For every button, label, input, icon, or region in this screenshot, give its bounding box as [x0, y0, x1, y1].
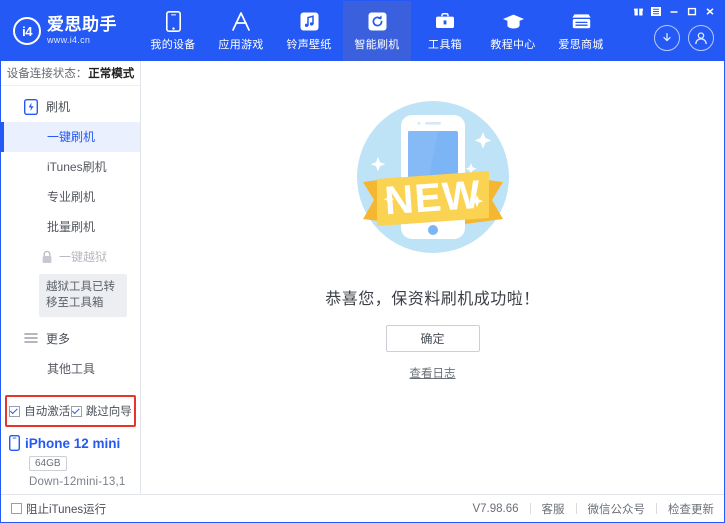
- header-actions: [654, 25, 714, 51]
- flash-device-icon: [23, 99, 39, 115]
- nav-item-apps-games[interactable]: 应用游戏: [207, 1, 275, 61]
- sidebar: 设备连接状态：正常模式 刷机 一键刷机 iTunes刷机 专业刷机: [1, 61, 141, 494]
- divider: [530, 503, 531, 514]
- checkbox-box: [9, 406, 20, 417]
- sidebar-group-flash: 刷机: [1, 92, 140, 122]
- device-capacity-badge: 64GB: [29, 456, 67, 471]
- sidebar-item-other-tools[interactable]: 其他工具: [1, 353, 140, 383]
- nav-label: 我的设备: [150, 36, 195, 52]
- checkbox-label: 阻止iTunes运行: [26, 501, 106, 517]
- nav-item-store[interactable]: 爱思商城: [547, 1, 615, 61]
- more-list-icon: [23, 330, 39, 346]
- lock-icon: [41, 250, 53, 264]
- sidebar-item-batch-flash[interactable]: 批量刷机: [1, 212, 140, 242]
- sidebar-group-label: 更多: [46, 330, 70, 347]
- flash-refresh-icon: [368, 10, 387, 32]
- device-phone-icon: [9, 435, 20, 451]
- apps-games-icon: [230, 10, 252, 32]
- logo-title: 爱思助手: [47, 16, 117, 34]
- sidebar-item-download-firmware[interactable]: 下载固件: [1, 383, 140, 389]
- app-header: i4 爱思助手 www.i4.cn 我的设备 应用游戏: [1, 1, 724, 61]
- sidebar-item-label: 批量刷机: [47, 218, 95, 235]
- nav-item-my-device[interactable]: 我的设备: [139, 1, 207, 61]
- checkbox-box: [11, 503, 22, 514]
- gift-icon[interactable]: [630, 4, 646, 18]
- sidebar-item-label: 专业刷机: [47, 188, 95, 205]
- device-name: iPhone 12 mini: [25, 436, 120, 451]
- check-update-link[interactable]: 检查更新: [668, 501, 714, 517]
- sidebar-item-pro-flash[interactable]: 专业刷机: [1, 182, 140, 212]
- view-log-link[interactable]: 查看日志: [410, 365, 456, 381]
- new-badge-phone-illustration: NEW: [343, 87, 523, 267]
- device-name-row: iPhone 12 mini: [9, 435, 140, 451]
- minimize-button[interactable]: [666, 4, 682, 18]
- maximize-button[interactable]: [684, 4, 700, 18]
- connected-device-info[interactable]: iPhone 12 mini 64GB Down-12mini-13,1: [1, 427, 140, 494]
- device-model: Down-12mini-13,1: [29, 476, 140, 488]
- nav-label: 教程中心: [490, 36, 535, 52]
- sidebar-item-label: 一键刷机: [47, 128, 95, 145]
- sidebar-menu: 刷机 一键刷机 iTunes刷机 专业刷机 批量刷机: [1, 86, 140, 389]
- flash-options-highlight: 自动激活 跳过向导: [5, 395, 136, 427]
- sidebar-item-one-key-flash[interactable]: 一键刷机: [1, 122, 140, 152]
- nav-label: 应用游戏: [218, 36, 263, 52]
- store-icon: [570, 10, 593, 32]
- checkbox-box: [71, 406, 82, 417]
- connection-status-value: 正常模式: [88, 65, 134, 81]
- logo-url: www.i4.cn: [47, 36, 117, 45]
- checkbox-label: 跳过向导: [86, 403, 132, 419]
- app-logo[interactable]: i4 爱思助手 www.i4.cn: [1, 1, 131, 61]
- i4-logo-icon: i4: [13, 17, 41, 45]
- jailbreak-moved-tooltip: 越狱工具已转移至工具箱: [39, 274, 127, 317]
- sidebar-item-itunes-flash[interactable]: iTunes刷机: [1, 152, 140, 182]
- phone-icon: [166, 10, 181, 32]
- checkbox-label: 自动激活: [24, 403, 70, 419]
- divider: [576, 503, 577, 514]
- window-controls: [630, 4, 718, 18]
- main-navigation: 我的设备 应用游戏 铃声壁纸 智能刷机: [139, 1, 615, 61]
- sidebar-item-one-key-jailbreak: 一键越狱: [1, 242, 140, 272]
- app-body: 设备连接状态：正常模式 刷机 一键刷机 iTunes刷机 专业刷机: [1, 61, 724, 494]
- auto-activate-checkbox[interactable]: 自动激活: [9, 403, 70, 419]
- sidebar-item-label: 一键越狱: [59, 248, 107, 265]
- divider: [656, 503, 657, 514]
- nav-item-smart-flash[interactable]: 智能刷机: [343, 1, 411, 61]
- new-banner-text: NEW: [383, 173, 482, 224]
- wechat-official-link[interactable]: 微信公众号: [588, 501, 646, 517]
- graduation-cap-icon: [502, 10, 525, 32]
- ringtone-wallpaper-icon: [300, 10, 319, 32]
- device-connection-status: 设备连接状态：正常模式: [1, 61, 140, 86]
- skip-wizard-checkbox[interactable]: 跳过向导: [71, 403, 132, 419]
- sidebar-item-label: iTunes刷机: [47, 158, 107, 175]
- toolbox-icon: [434, 10, 456, 32]
- nav-item-toolbox[interactable]: 工具箱: [411, 1, 479, 61]
- menu-icon[interactable]: [648, 4, 664, 18]
- status-bar-right: V7.98.66 客服 微信公众号 检查更新: [472, 501, 714, 517]
- confirm-button[interactable]: 确定: [386, 325, 480, 352]
- nav-label: 爱思商城: [558, 36, 603, 52]
- nav-label: 智能刷机: [354, 36, 399, 52]
- sidebar-group-more: 更多: [1, 323, 140, 353]
- user-avatar-icon[interactable]: [688, 25, 714, 51]
- sidebar-group-label: 刷机: [46, 98, 70, 115]
- status-bar: 阻止iTunes运行 V7.98.66 客服 微信公众号 检查更新: [1, 494, 724, 522]
- nav-label: 铃声壁纸: [286, 36, 331, 52]
- sidebar-item-label: 其他工具: [47, 360, 95, 377]
- nav-item-ringtone-wallpaper[interactable]: 铃声壁纸: [275, 1, 343, 61]
- customer-service-link[interactable]: 客服: [542, 501, 565, 517]
- main-content: NEW 恭喜您，保资料刷机成功啦！ 确定 查看日志: [141, 61, 724, 494]
- success-message: 恭喜您，保资料刷机成功啦！: [325, 285, 540, 309]
- block-itunes-checkbox[interactable]: 阻止iTunes运行: [11, 501, 106, 517]
- nav-item-tutorial-center[interactable]: 教程中心: [479, 1, 547, 61]
- close-button[interactable]: [702, 4, 718, 18]
- download-icon[interactable]: [654, 25, 680, 51]
- connection-status-label: 设备连接状态：: [7, 65, 88, 81]
- logo-text: 爱思助手 www.i4.cn: [47, 16, 117, 45]
- app-window: i4 爱思助手 www.i4.cn 我的设备 应用游戏: [0, 0, 725, 523]
- nav-label: 工具箱: [428, 36, 462, 52]
- version-label: V7.98.66: [472, 503, 518, 515]
